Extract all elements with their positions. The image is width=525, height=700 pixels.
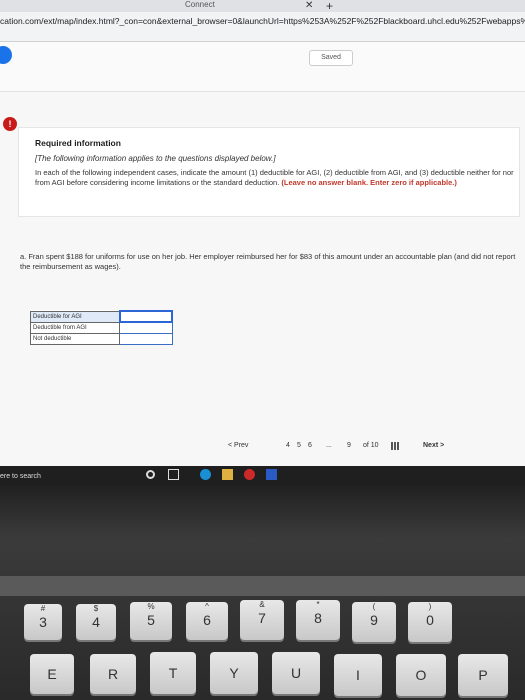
page-link[interactable]: 9 — [347, 442, 351, 449]
info-subtitle: [The following information applies to th… — [35, 154, 276, 163]
page-link[interactable]: 5 — [297, 442, 301, 449]
grid-icon[interactable] — [391, 442, 400, 450]
task-view-icon[interactable] — [168, 469, 179, 480]
key-8: * 8 — [296, 600, 340, 640]
key-u: U — [272, 652, 320, 694]
file-explorer-icon[interactable] — [222, 469, 233, 480]
row-label: Deductible for AGI — [29, 310, 121, 323]
info-instructions: In each of the following independent cas… — [35, 168, 517, 188]
info-emphasis: (Leave no answer blank. Enter zero if ap… — [281, 178, 457, 187]
close-tab-icon[interactable]: ✕ — [305, 0, 313, 11]
address-bar[interactable]: cation.com/ext/map/index.html?_con=con&e… — [0, 12, 525, 42]
key-0: ) 0 — [408, 602, 452, 642]
key-r: R — [90, 654, 136, 694]
page-link[interactable]: 4 — [286, 442, 290, 449]
tab-title[interactable]: Connect — [185, 0, 215, 9]
taskbar-search[interactable]: ere to search — [0, 473, 41, 480]
page-ellipsis: ... — [326, 442, 332, 449]
table-row: Deductible for AGI — [29, 310, 174, 323]
next-button[interactable]: Next > — [423, 442, 444, 449]
menu-dot-icon[interactable] — [0, 46, 12, 64]
key-6: ^ 6 — [186, 602, 228, 640]
question-text: a. Fran spent $188 for uniforms for use … — [20, 252, 516, 271]
assignment-header: Saved — [0, 42, 525, 92]
page-link[interactable]: 6 — [308, 442, 312, 449]
key-t: T — [150, 652, 196, 694]
deductible-from-agi-input[interactable] — [119, 321, 173, 334]
chrome-icon[interactable] — [244, 469, 255, 480]
row-label: Not deductible — [29, 332, 121, 345]
saved-status-button[interactable]: Saved — [309, 50, 353, 66]
page-total: of 10 — [363, 442, 379, 449]
key-e: E — [30, 654, 74, 694]
key-p: P — [458, 654, 508, 696]
table-row: Not deductible — [29, 332, 173, 345]
prev-button[interactable]: < Prev — [228, 442, 248, 449]
key-3: #3 — [24, 604, 62, 640]
edge-icon[interactable] — [200, 469, 211, 480]
not-deductible-input[interactable] — [119, 332, 173, 345]
required-information-box: Required information [The following info… — [18, 127, 520, 217]
table-row: Deductible from AGI — [29, 321, 173, 334]
cortana-icon[interactable] — [146, 470, 155, 479]
alert-icon: ! — [3, 117, 17, 131]
question-pager: < Prev 4 5 6 ... 9 of 10 Next > — [0, 440, 525, 454]
answer-table: Deductible for AGI Deductible from AGI N… — [29, 310, 174, 345]
key-7: & 7 — [240, 600, 284, 640]
info-title: Required information — [35, 138, 121, 148]
row-label: Deductible from AGI — [29, 321, 121, 334]
taskbar: ere to search — [0, 466, 525, 484]
store-icon[interactable] — [266, 469, 277, 480]
laptop-keyboard: #3 $4 % 5 ^ 6 & 7 * 8 (9 ) 0 E R T Y U I O P — [0, 484, 525, 700]
key-5: % 5 — [130, 602, 172, 640]
key-y: Y — [210, 652, 258, 694]
assignment-page: Saved ! Required information [The follow… — [0, 42, 525, 466]
key-i: I — [334, 654, 382, 696]
deductible-for-agi-input[interactable] — [118, 310, 174, 323]
key-o: O — [396, 654, 446, 696]
browser-tab-strip: Connect ✕ + — [0, 0, 525, 13]
key-4: $4 — [76, 604, 116, 640]
function-key-row — [0, 576, 525, 596]
key-9: (9 — [352, 602, 396, 642]
url-text[interactable]: cation.com/ext/map/index.html?_con=con&e… — [0, 16, 525, 26]
